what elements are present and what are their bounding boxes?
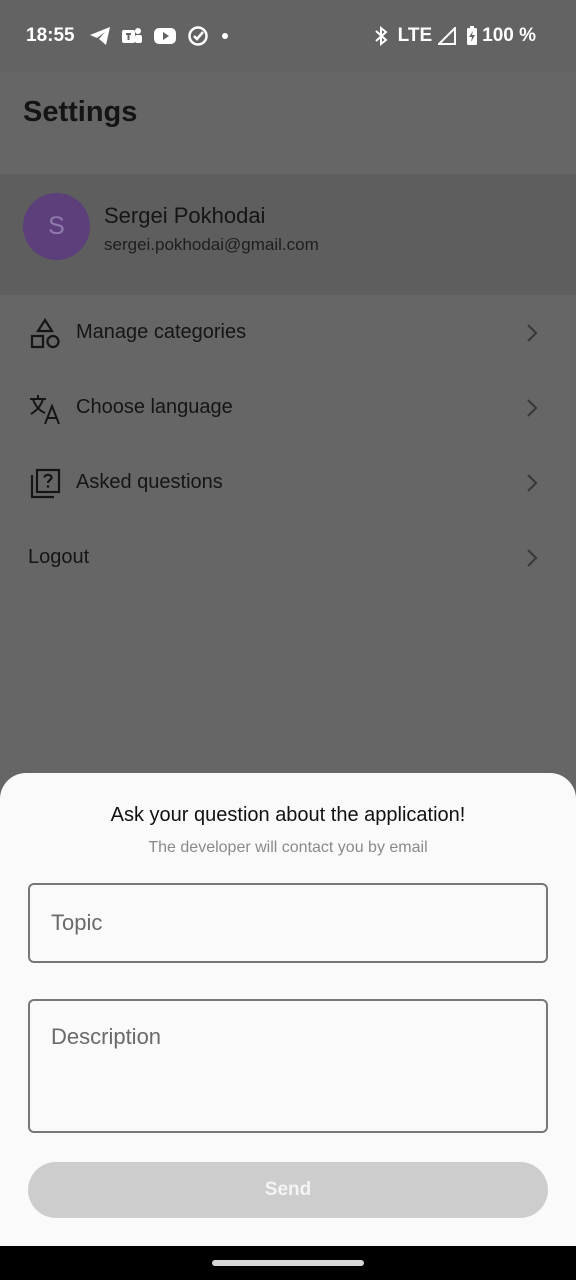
tasks-icon — [187, 25, 209, 47]
description-input[interactable] — [28, 999, 548, 1133]
battery-charging-icon — [466, 26, 478, 46]
menu-item-label: Asked questions — [76, 471, 223, 493]
status-bar: 18:55 LTE 100 % — [0, 0, 576, 72]
menu-item-label: Choose language — [76, 396, 233, 418]
ask-question-sheet: Ask your question about the application!… — [0, 773, 576, 1246]
sheet-title: Ask your question about the application! — [110, 804, 466, 826]
page-title: Settings — [23, 96, 138, 128]
chevron-right-icon — [522, 473, 542, 493]
dot-icon — [219, 30, 231, 42]
menu-item-logout[interactable]: Logout — [0, 520, 576, 595]
menu-item-asked-questions[interactable]: Asked questions — [0, 445, 576, 520]
signal-icon — [438, 27, 457, 45]
categories-icon — [28, 317, 62, 351]
profile-email: sergei.pokhodai@gmail.com — [104, 235, 319, 254]
network-type: LTE — [397, 25, 433, 46]
home-handle[interactable] — [212, 1260, 364, 1266]
status-time: 18:55 — [26, 25, 75, 46]
chevron-right-icon — [522, 398, 542, 418]
send-button[interactable]: Send — [28, 1162, 548, 1218]
menu-item-manage-categories[interactable]: Manage categories — [0, 295, 576, 370]
profile-name: Sergei Pokhodai — [104, 203, 266, 228]
chevron-right-icon — [522, 548, 542, 568]
status-bar-right: LTE 100 % — [374, 25, 536, 47]
topic-input[interactable] — [28, 883, 548, 963]
sheet-subtitle: The developer will contact you by email — [148, 839, 428, 856]
translate-icon — [28, 392, 62, 426]
telegram-icon — [89, 26, 111, 46]
battery-level: 100 % — [482, 25, 536, 46]
menu-item-choose-language[interactable]: Choose language — [0, 370, 576, 445]
bluetooth-icon — [374, 26, 388, 46]
profile-card[interactable]: S Sergei Pokhodai sergei.pokhodai@gmail.… — [0, 174, 576, 295]
teams-icon — [121, 26, 143, 46]
questions-icon — [28, 467, 62, 501]
navigation-bar — [0, 1246, 576, 1280]
youtube-icon — [153, 27, 177, 45]
status-bar-left: 18:55 — [26, 25, 241, 47]
menu-item-label: Logout — [28, 546, 90, 568]
menu-item-label: Manage categories — [76, 321, 247, 343]
chevron-right-icon — [522, 323, 542, 343]
avatar: S — [23, 193, 90, 260]
